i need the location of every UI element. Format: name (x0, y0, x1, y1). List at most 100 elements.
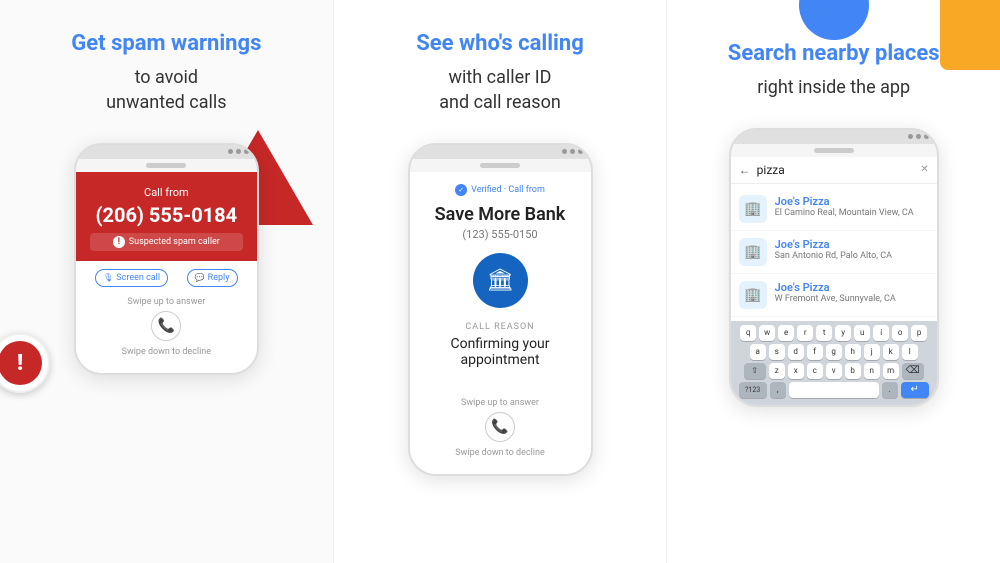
key-d[interactable]: d (788, 344, 804, 360)
phone-spam-screen: Call from (206) 555-0184 ! Suspected spa… (76, 172, 257, 261)
answer-phone-icon: 📞 (151, 311, 181, 341)
search-field[interactable]: pizza (757, 163, 915, 177)
place-name-2: Joe's Pizza (775, 281, 929, 294)
key-c[interactable]: c (807, 363, 823, 379)
place-icon-1: 🏢 (739, 238, 767, 266)
place-addr-0: El Camino Real, Mountain View, CA (775, 208, 929, 218)
key-r[interactable]: r (797, 325, 813, 341)
key-b[interactable]: b (845, 363, 861, 379)
key-z[interactable]: z (769, 363, 785, 379)
search-bar[interactable]: ← pizza ✕ (731, 157, 937, 184)
place-info-0: Joe's Pizza El Camino Real, Mountain Vie… (775, 195, 929, 218)
panel-caller-id: See who's calling with caller ID and cal… (334, 0, 668, 563)
key-space[interactable] (789, 382, 879, 398)
key-f[interactable]: f (807, 344, 823, 360)
swipe-up-text-2: Swipe up to answer (420, 398, 581, 408)
call-reason-label: CALL REASON (424, 322, 577, 332)
search-subtitle: right inside the app (757, 75, 910, 100)
key-l[interactable]: l (902, 344, 918, 360)
search-phone-mockup: ← pizza ✕ 🏢 Joe's Pizza El Camino Real, … (729, 128, 939, 407)
back-arrow-icon[interactable]: ← (739, 163, 751, 177)
key-m[interactable]: m (883, 363, 899, 379)
place-name-1: Joe's Pizza (775, 238, 929, 251)
swipe-down-text: Swipe down to decline (86, 347, 247, 357)
warning-icon: ! (113, 236, 125, 248)
spam-alert-circle: ! (0, 333, 50, 393)
panel-search: Search nearby places right inside the ap… (667, 0, 1000, 563)
key-v[interactable]: v (826, 363, 842, 379)
list-item[interactable]: 🏢 Joe's Pizza W Fremont Ave, Sunnyvale, … (731, 274, 937, 317)
spam-title: Get spam warnings (71, 30, 261, 59)
bank-icon: 🏛 (473, 253, 528, 308)
search-screen: ← pizza ✕ 🏢 Joe's Pizza El Camino Real, … (731, 157, 937, 405)
phone-notch-3 (814, 148, 854, 153)
caller-id-title: See who's calling (416, 30, 584, 59)
key-shift[interactable]: ⇧ (744, 363, 766, 379)
key-i[interactable]: i (873, 325, 889, 341)
spam-alert-icon: ! (0, 341, 42, 385)
keyboard-row-1: q w e r t y u i o p (733, 325, 935, 341)
phone-spam-footer: 🎙 Screen call 💬 Reply Swipe up to answer… (76, 261, 257, 373)
key-p[interactable]: p (911, 325, 927, 341)
yellow-decoration (940, 0, 1000, 70)
key-delete[interactable]: ⌫ (902, 363, 924, 379)
caller-id-subtitle: with caller ID and call reason (439, 65, 561, 115)
key-g[interactable]: g (826, 344, 842, 360)
key-h[interactable]: h (845, 344, 861, 360)
place-icon-2: 🏢 (739, 281, 767, 309)
key-s[interactable]: s (769, 344, 785, 360)
list-item[interactable]: 🏢 Joe's Pizza El Camino Real, Mountain V… (731, 188, 937, 231)
keyboard-row-2: a s d f g h j k l (733, 344, 935, 360)
place-addr-1: San Antonio Rd, Palo Alto, CA (775, 251, 929, 261)
place-info-2: Joe's Pizza W Fremont Ave, Sunnyvale, CA (775, 281, 929, 304)
caller-id-footer: Swipe up to answer 📞 Swipe down to decli… (410, 390, 591, 474)
spam-warning-badge: ! Suspected spam caller (90, 233, 243, 251)
key-t[interactable]: t (816, 325, 832, 341)
key-comma[interactable]: , (770, 382, 786, 398)
key-a[interactable]: a (750, 344, 766, 360)
phone-notch (146, 163, 186, 168)
places-list: 🏢 Joe's Pizza El Camino Real, Mountain V… (731, 184, 937, 321)
call-from-label: Call from (90, 186, 243, 199)
key-q[interactable]: q (740, 325, 756, 341)
answer-phone-icon-2: 📞 (485, 412, 515, 442)
verified-badge: ✓ (455, 184, 467, 196)
key-enter[interactable]: ↵ (901, 382, 929, 398)
key-w[interactable]: w (759, 325, 775, 341)
swipe-up-text: Swipe up to answer (86, 297, 247, 307)
clear-search-icon[interactable]: ✕ (920, 164, 928, 175)
caller-number: (123) 555-0150 (424, 228, 577, 241)
caller-id-phone-mockup: ✓ Verified · Call from Save More Bank (1… (408, 143, 593, 476)
swipe-down-text-2: Swipe down to decline (420, 448, 581, 458)
panel-spam: Get spam warnings to avoid unwanted call… (0, 0, 334, 563)
key-k[interactable]: k (883, 344, 899, 360)
search-title: Search nearby places (728, 40, 940, 69)
action-buttons-row: 🎙 Screen call 💬 Reply (86, 269, 247, 287)
spam-subtitle: to avoid unwanted calls (106, 65, 226, 115)
phone-top-bar-2 (410, 145, 591, 159)
key-n[interactable]: n (864, 363, 880, 379)
key-y[interactable]: y (835, 325, 851, 341)
spam-phone-mockup: Call from (206) 555-0184 ! Suspected spa… (74, 143, 259, 375)
list-item[interactable]: 🏢 Joe's Pizza San Antonio Rd, Palo Alto,… (731, 231, 937, 274)
place-info-1: Joe's Pizza San Antonio Rd, Palo Alto, C… (775, 238, 929, 261)
phone-notch-2 (480, 163, 520, 168)
key-e[interactable]: e (778, 325, 794, 341)
key-o[interactable]: o (892, 325, 908, 341)
key-period[interactable]: . (882, 382, 898, 398)
place-addr-2: W Fremont Ave, Sunnyvale, CA (775, 294, 929, 304)
place-icon-0: 🏢 (739, 195, 767, 223)
screen-call-button[interactable]: 🎙 Screen call (95, 269, 168, 287)
blue-circle-decoration (799, 0, 869, 40)
keyboard-row-3: ⇧ z x c v b n m ⌫ (733, 363, 935, 379)
caller-name: Save More Bank (424, 204, 577, 225)
reply-button[interactable]: 💬 Reply (187, 269, 238, 287)
call-reason-text: Confirming your appointment (424, 336, 577, 368)
key-num[interactable]: ?123 (739, 382, 767, 398)
verified-row: ✓ Verified · Call from (424, 184, 577, 196)
keyboard-row-4: ?123 , . ↵ (733, 382, 935, 398)
key-j[interactable]: j (864, 344, 880, 360)
key-u[interactable]: u (854, 325, 870, 341)
key-x[interactable]: x (788, 363, 804, 379)
spam-phone-number: (206) 555-0184 (90, 203, 243, 227)
